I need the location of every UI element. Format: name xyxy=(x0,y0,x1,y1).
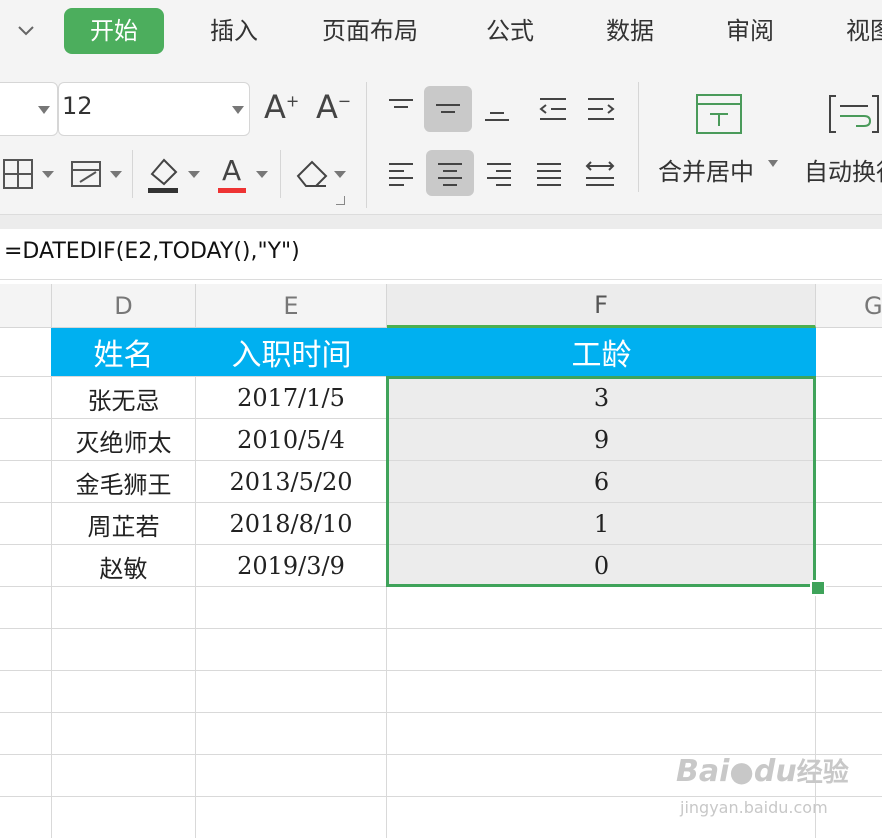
ribbon-separator xyxy=(366,82,367,208)
merge-center-button[interactable]: 合并居中 xyxy=(658,152,754,187)
column-header-e[interactable]: E xyxy=(196,284,387,328)
align-top-button[interactable] xyxy=(378,86,424,132)
header-cell-hire-date[interactable]: 入职时间 xyxy=(196,328,387,376)
align-center-button[interactable] xyxy=(426,150,474,196)
auto-wrap-button[interactable]: 自动换行 xyxy=(804,152,882,187)
align-left-button[interactable] xyxy=(378,150,424,196)
align-top-icon xyxy=(389,99,413,108)
justify-icon xyxy=(537,163,561,186)
header-cell-seniority[interactable]: 工龄 xyxy=(387,328,816,376)
tab-page-layout[interactable]: 页面布局 xyxy=(322,8,418,54)
ribbon-separator xyxy=(280,150,281,198)
cell-hire-date[interactable]: 2010/5/4 xyxy=(196,419,386,461)
increase-font-button[interactable]: A+ xyxy=(264,88,299,126)
justify-button[interactable] xyxy=(526,150,572,196)
cell-hire-date[interactable]: 2018/8/10 xyxy=(196,503,386,545)
decrease-indent-icon xyxy=(539,98,566,120)
distributed-align-button[interactable] xyxy=(576,150,624,196)
row-gridline xyxy=(0,670,882,671)
increase-indent-button[interactable] xyxy=(578,86,624,132)
watermark-logo: Bai●du经验 xyxy=(676,752,849,789)
row-gridline xyxy=(0,796,882,797)
tab-insert[interactable]: 插入 xyxy=(210,8,258,54)
cell-style-icon xyxy=(71,161,122,187)
align-bottom-button[interactable] xyxy=(474,86,520,132)
row-gridline xyxy=(0,712,882,713)
collapse-chevron-icon[interactable] xyxy=(12,16,40,44)
cell-hire-date[interactable]: 2019/3/9 xyxy=(196,545,386,587)
cell-name[interactable]: 赵敏 xyxy=(52,545,195,587)
clear-button[interactable] xyxy=(292,152,350,200)
tab-view[interactable]: 视图 xyxy=(846,8,882,54)
eraser-icon xyxy=(296,160,346,187)
formula-text[interactable]: =DATEDIF(E2,TODAY(),"Y") xyxy=(4,239,300,264)
wrap-text-icon[interactable] xyxy=(826,92,882,140)
merge-center-icon[interactable] xyxy=(694,92,744,140)
align-left-icon xyxy=(389,163,413,186)
font-color-glyph: A xyxy=(222,154,242,187)
ribbon-bottom-edge xyxy=(0,214,882,229)
fill-color-button[interactable] xyxy=(146,152,204,200)
selection-range xyxy=(386,376,816,587)
cell-hire-date[interactable]: 2017/1/5 xyxy=(196,377,386,419)
decrease-indent-button[interactable] xyxy=(530,86,576,132)
font-size-value: 12 xyxy=(62,92,93,120)
watermark-brand2: du xyxy=(753,754,797,789)
align-bottom-icon xyxy=(485,112,509,121)
font-name-arrow-icon[interactable] xyxy=(38,106,50,114)
align-middle-button[interactable] xyxy=(424,86,472,132)
borders-icon xyxy=(3,159,54,189)
align-right-button[interactable] xyxy=(476,150,522,196)
cell-name[interactable]: 张无忌 xyxy=(52,377,195,419)
tab-home[interactable]: 开始 xyxy=(64,8,164,54)
ribbon-separator xyxy=(638,82,639,192)
column-header-c[interactable] xyxy=(0,284,52,328)
borders-button[interactable] xyxy=(2,154,58,198)
distributed-align-icon xyxy=(585,161,615,186)
watermark-url: jingyan.baidu.com xyxy=(680,798,828,817)
column-header-f[interactable]: F xyxy=(387,284,816,328)
fill-handle[interactable] xyxy=(810,580,826,596)
column-header-g[interactable]: G xyxy=(816,284,882,328)
row-gridline xyxy=(0,628,882,629)
align-right-icon xyxy=(487,163,511,186)
font-dialog-launcher-icon[interactable] xyxy=(336,196,345,205)
paint-bucket-icon xyxy=(148,158,200,193)
decrease-font-glyph: A xyxy=(316,88,338,126)
column-header-d[interactable]: D xyxy=(52,284,196,328)
ribbon-separator xyxy=(132,150,133,198)
cell-name[interactable]: 周芷若 xyxy=(52,503,195,545)
increase-indent-icon xyxy=(588,98,615,120)
font-color-button[interactable]: A xyxy=(216,152,274,200)
align-middle-icon xyxy=(436,104,460,113)
cell-name[interactable]: 金毛狮王 xyxy=(52,461,195,503)
cell-style-button[interactable] xyxy=(70,154,126,198)
header-cell-name[interactable]: 姓名 xyxy=(51,328,196,376)
cell-hire-date[interactable]: 2013/5/20 xyxy=(196,461,386,503)
increase-font-glyph: A xyxy=(264,88,286,126)
cell-name[interactable]: 灭绝师太 xyxy=(52,419,195,461)
font-size-arrow-icon[interactable] xyxy=(232,106,244,114)
paw-icon: ● xyxy=(729,755,754,788)
align-center-icon xyxy=(438,163,462,186)
decrease-font-button[interactable]: A− xyxy=(316,88,351,126)
tab-data[interactable]: 数据 xyxy=(606,8,654,54)
merge-center-arrow-icon[interactable] xyxy=(768,160,778,167)
watermark-site-cn: 经验 xyxy=(796,758,849,788)
watermark-brand: Bai xyxy=(676,754,730,789)
tab-formulas[interactable]: 公式 xyxy=(486,8,534,54)
tab-review[interactable]: 审阅 xyxy=(726,8,774,54)
